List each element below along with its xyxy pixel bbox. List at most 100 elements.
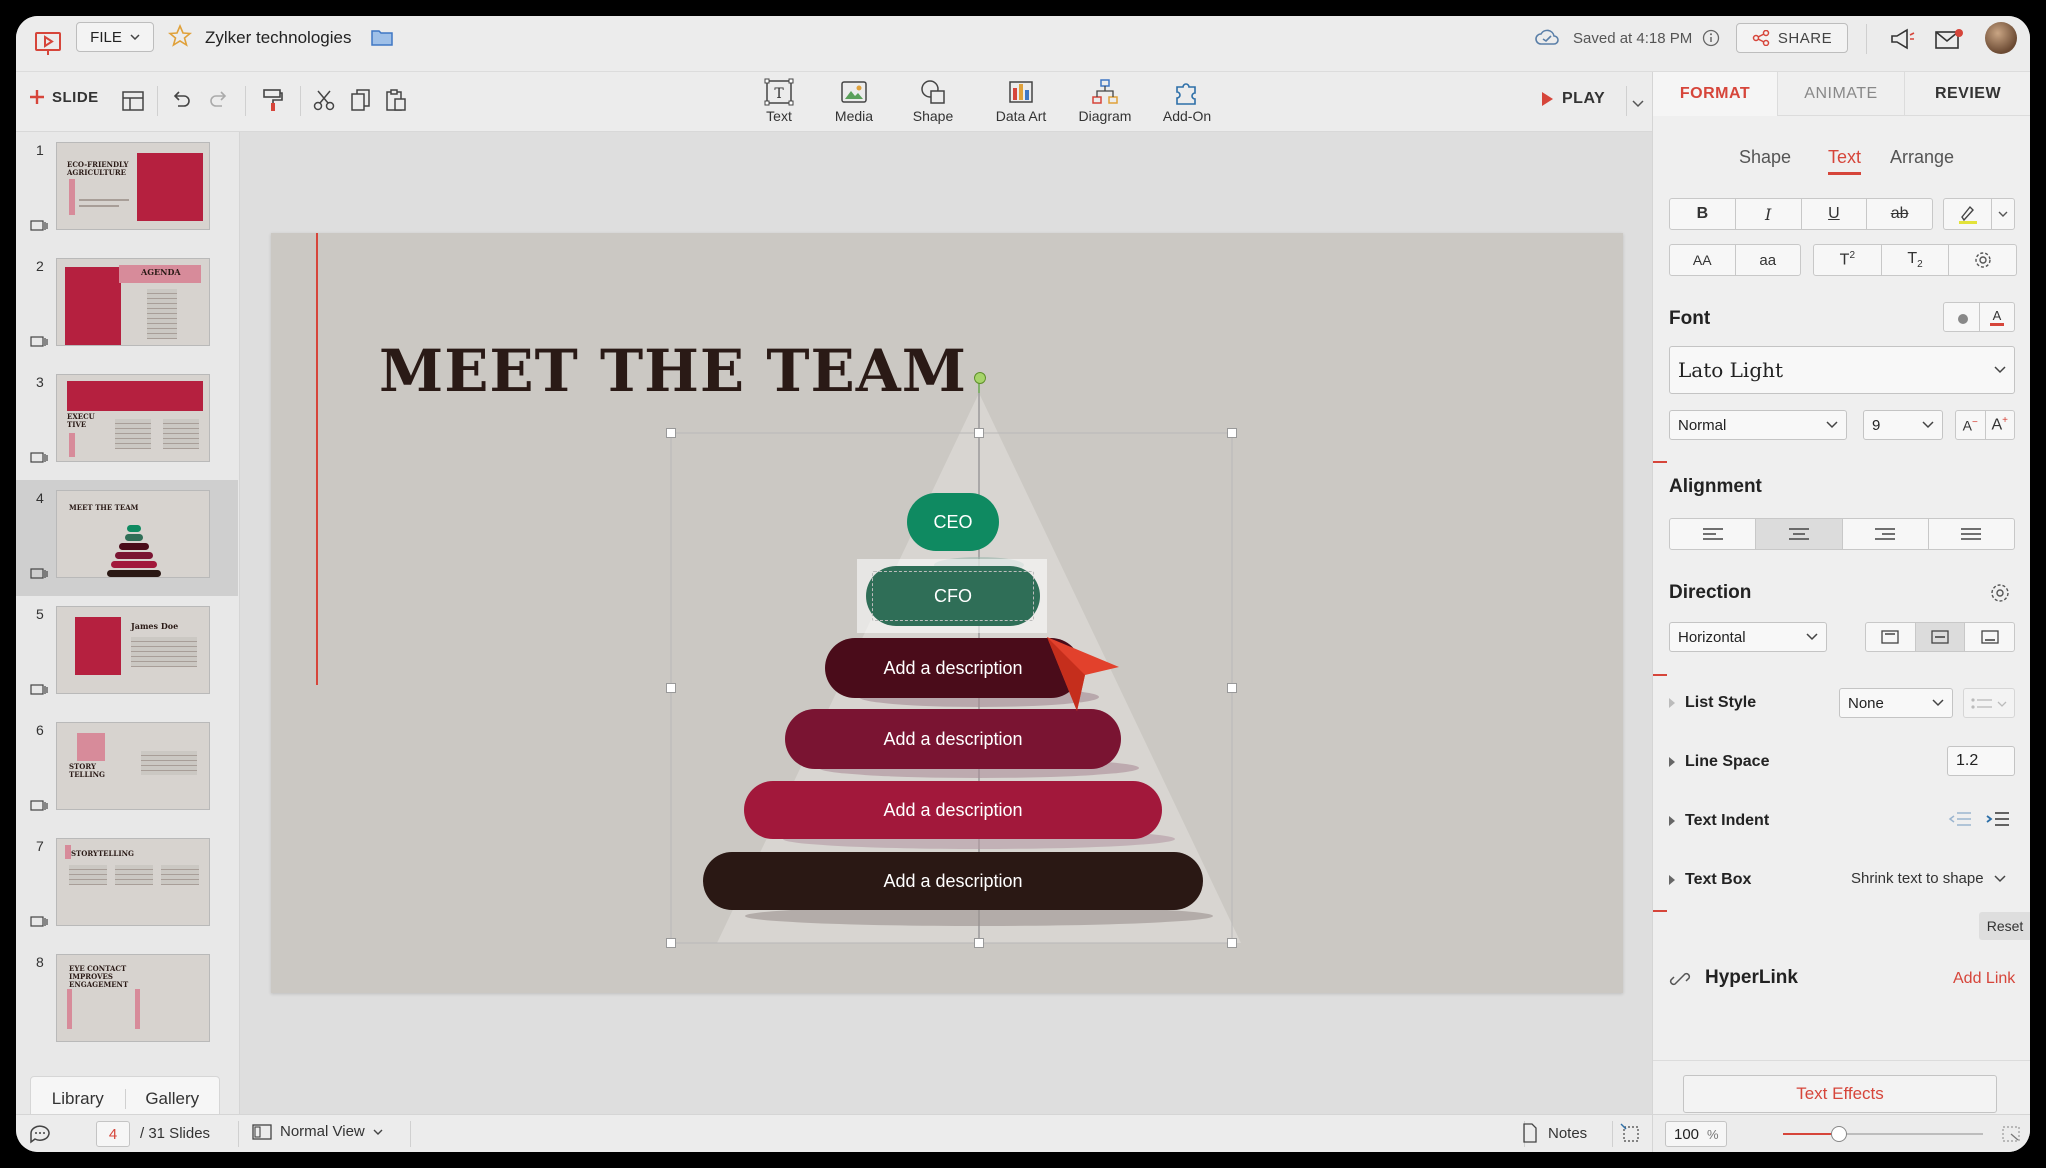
play-button[interactable]: PLAY [1540,90,1605,108]
gear-icon[interactable] [1989,582,2011,604]
tab-animate[interactable]: ANIMATE [1777,72,1905,116]
file-menu-button[interactable]: FILE [76,22,154,52]
italic-button[interactable]: I [1736,199,1802,229]
align-center-button[interactable] [1756,519,1843,549]
share-button[interactable]: SHARE [1736,23,1848,53]
justify-button[interactable] [1929,519,2014,549]
font-family-select[interactable]: Lato Light [1669,346,2015,394]
align-right-button[interactable] [1843,519,1929,549]
subtab-shape[interactable]: Shape [1739,147,1791,168]
highlight-dropdown[interactable] [1992,199,2014,229]
fullscreen-icon[interactable] [2001,1125,2021,1143]
folder-icon[interactable] [370,27,394,47]
subscript-button[interactable]: T2 [1882,245,1950,275]
direction-select[interactable]: Horizontal [1669,622,1827,652]
info-icon[interactable] [1702,29,1720,47]
resize-handle[interactable] [666,938,676,948]
resize-handle[interactable] [1227,938,1237,948]
redo-icon[interactable] [208,90,230,110]
view-mode-select[interactable]: Normal View [252,1123,383,1140]
highlight-color-button[interactable] [1944,199,1992,229]
subtab-text[interactable]: Text [1828,147,1862,175]
valign-top-button[interactable] [1866,623,1916,651]
font-color-button[interactable]: A [1980,303,2015,331]
insert-add-on-button[interactable]: Add-On [1142,76,1232,128]
subtab-arrange[interactable]: Arrange [1890,147,1954,168]
strikethrough-button[interactable]: ab [1867,199,1932,229]
align-left-button[interactable] [1670,519,1757,549]
resize-handle[interactable] [666,683,676,693]
resize-handle[interactable] [1227,683,1237,693]
copy-icon[interactable] [350,88,372,112]
font-size-select[interactable]: 9 [1863,410,1943,440]
insert-shape-button[interactable]: Shape [888,76,978,128]
insert-media-button[interactable]: Media [809,76,899,128]
gallery-button[interactable]: Gallery [126,1089,220,1109]
list-style-row[interactable]: List Style [1669,694,1756,712]
list-style-select[interactable]: None [1839,688,1953,718]
announcement-icon[interactable] [1888,26,1916,52]
slide-thumbnail[interactable]: STORYTELLING [56,838,210,926]
slide-thumb-7[interactable]: 7 STORYTELLING [16,828,238,944]
notes-button[interactable]: Notes [1522,1123,1587,1143]
paste-icon[interactable] [384,88,408,112]
slide-thumb-5[interactable]: 5 James Doe [16,596,238,712]
tab-review[interactable]: REVIEW [1905,72,2030,116]
text-effects-button[interactable]: Text Effects [1683,1075,1997,1113]
resize-handle[interactable] [1227,428,1237,438]
library-button[interactable]: Library [31,1089,126,1109]
cut-icon[interactable] [312,88,336,112]
slide-thumbnail[interactable]: James Doe [56,606,210,694]
avatar[interactable] [1985,22,2017,54]
app-logo-icon[interactable] [34,30,62,56]
decrease-indent-icon[interactable] [1947,810,1973,828]
valign-middle-button[interactable] [1915,623,1966,651]
underline-button[interactable]: U [1802,199,1868,229]
insert-diagram-button[interactable]: Diagram [1060,76,1150,128]
bullet-type-select[interactable] [1963,688,2015,718]
text-edit-box[interactable] [872,571,1034,621]
chat-icon[interactable] [28,1123,52,1145]
description-shape-3[interactable]: Add a description [744,781,1162,839]
add-link-button[interactable]: Add Link [1953,970,2015,988]
slide-thumb-8[interactable]: 8 EYE CONTACT IMPROVES ENGAGEMENT [16,944,238,1060]
slide-thumb-1[interactable]: 1 ECO-FRIENDLY AGRICULTURE [16,132,238,248]
slide-thumb-6[interactable]: 6 STORY TELLING [16,712,238,828]
current-slide-input[interactable]: 4 [96,1121,130,1147]
zoom-input[interactable]: 100 % [1665,1121,1727,1147]
fit-to-screen-icon[interactable] [1620,1123,1642,1145]
valign-bottom-button[interactable] [1965,623,2014,651]
play-options-chevron-icon[interactable] [1632,100,1644,108]
insert-data-art-button[interactable]: Data Art [976,76,1066,128]
format-painter-icon[interactable] [262,88,284,112]
rotate-handle[interactable] [974,372,986,384]
description-shape-4[interactable]: Add a description [703,852,1203,910]
ceo-shape[interactable]: CEO [907,493,999,551]
slide-thumbnail[interactable]: ECO-FRIENDLY AGRICULTURE [56,142,210,230]
slide-canvas[interactable]: MEET THE TEAM CEO CFO Add a description … [271,233,1623,993]
increase-font-button[interactable]: A+ [1986,411,2015,439]
slide-thumbnail[interactable]: AGENDA [56,258,210,346]
text-shadow-button[interactable] [1944,303,1980,331]
resize-handle[interactable] [974,938,984,948]
slide-thumb-4[interactable]: 4 MEET THE TEAM [16,480,238,596]
slide-thumbnail[interactable]: EYE CONTACT IMPROVES ENGAGEMENT [56,954,210,1042]
undo-icon[interactable] [170,90,192,110]
increase-indent-icon[interactable] [1985,810,2011,828]
document-title[interactable]: Zylker technologies [205,28,351,48]
description-shape-2[interactable]: Add a description [785,709,1121,769]
slide-thumb-3[interactable]: 3 EXECU TIVE [16,364,238,480]
text-box-select[interactable]: Shrink text to shape [1851,870,2006,887]
layout-icon[interactable] [122,91,144,111]
line-space-input[interactable]: 1.2 [1947,746,2015,776]
superscript-button[interactable]: T2 [1814,245,1882,275]
reset-button[interactable]: Reset [1979,912,2030,940]
slide-thumb-2[interactable]: 2 AGENDA [16,248,238,364]
text-settings-button[interactable] [1949,245,2016,275]
slide-thumbnail[interactable]: EXECU TIVE [56,374,210,462]
font-style-select[interactable]: Normal [1669,410,1847,440]
lowercase-button[interactable]: aa [1736,245,1801,275]
text-indent-row[interactable]: Text Indent [1669,812,1769,830]
decrease-font-button[interactable]: A− [1956,411,1986,439]
resize-handle[interactable] [974,428,984,438]
